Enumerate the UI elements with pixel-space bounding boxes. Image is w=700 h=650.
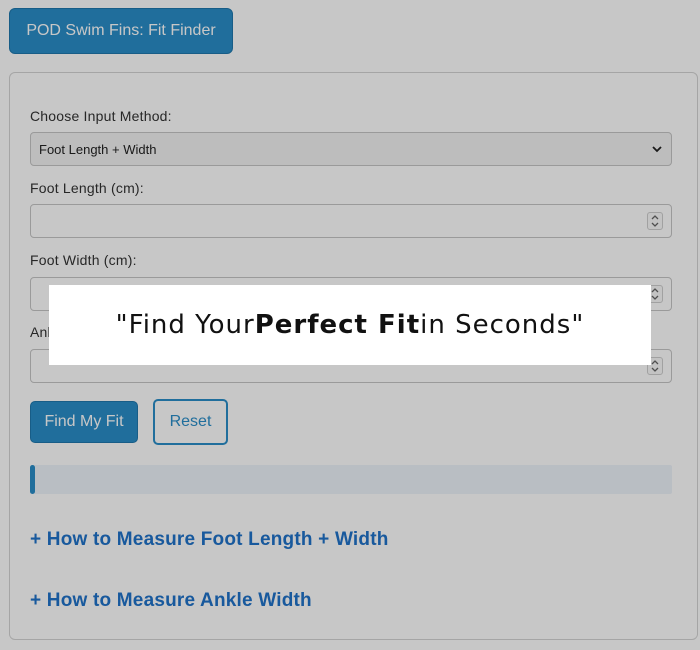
find-my-fit-button[interactable]: Find My Fit (30, 401, 138, 443)
accordion-measure-length-width[interactable]: + How to Measure Foot Length + Width (30, 529, 389, 551)
foot-length-input[interactable] (30, 204, 672, 238)
accordion-measure-ankle-width[interactable]: + How to Measure Ankle Width (30, 590, 312, 612)
foot-width-label: Foot Width (cm): (30, 252, 137, 268)
tagline-banner: " Find Your Perfect Fit in Seconds " (49, 285, 651, 365)
spinner-arrows-icon[interactable] (647, 212, 663, 230)
chevron-down-icon (652, 146, 662, 153)
banner-text-start: Find Your (128, 310, 255, 340)
reset-button[interactable]: Reset (153, 399, 228, 445)
input-method-value: Foot Length + Width (39, 141, 157, 157)
fit-finder-tab[interactable]: POD Swim Fins: Fit Finder (9, 8, 233, 54)
input-method-label: Choose Input Method: (30, 108, 172, 124)
foot-length-label: Foot Length (cm): (30, 180, 144, 196)
fit-finder-page: POD Swim Fins: Fit Finder Choose Input M… (0, 0, 700, 650)
banner-open-quote: " (115, 310, 129, 340)
result-panel (30, 465, 672, 494)
banner-text-bold: Perfect Fit (254, 310, 421, 340)
input-method-select[interactable]: Foot Length + Width (30, 132, 672, 166)
banner-close-quote: " (571, 310, 585, 340)
banner-text-end: in Seconds (420, 310, 572, 340)
fit-finder-tab-label: POD Swim Fins: Fit Finder (26, 22, 216, 39)
result-accent-bar (30, 465, 35, 494)
